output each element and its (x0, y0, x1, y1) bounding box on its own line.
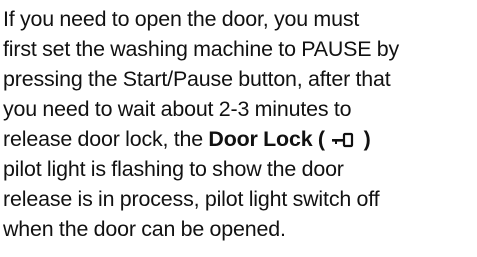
text-line: you need to wait about 2-3 minutes to (3, 97, 352, 121)
door-lock-instructions: If you need to open the door, you must f… (3, 4, 475, 244)
text-line: when the door can be opened. (3, 217, 286, 241)
key-lock-icon (330, 131, 358, 149)
text-line: If you need to open the door, you must (3, 7, 360, 31)
text-line: pilot light is flashing to show the door (3, 157, 344, 181)
text-line: release is in process, pilot light switc… (3, 187, 380, 211)
text-line: release door lock, the Door Lock ( ) (3, 124, 475, 154)
door-lock-label-text: Door Lock ( (208, 127, 325, 151)
text-segment: release door lock, the (3, 127, 209, 151)
text-line: pressing the Start/Pause button, after t… (3, 67, 391, 91)
door-lock-label: Door Lock ( ) (208, 127, 370, 151)
door-lock-label-close: ) (363, 127, 371, 151)
text-line: first set the washing machine to PAUSE b… (3, 37, 400, 61)
